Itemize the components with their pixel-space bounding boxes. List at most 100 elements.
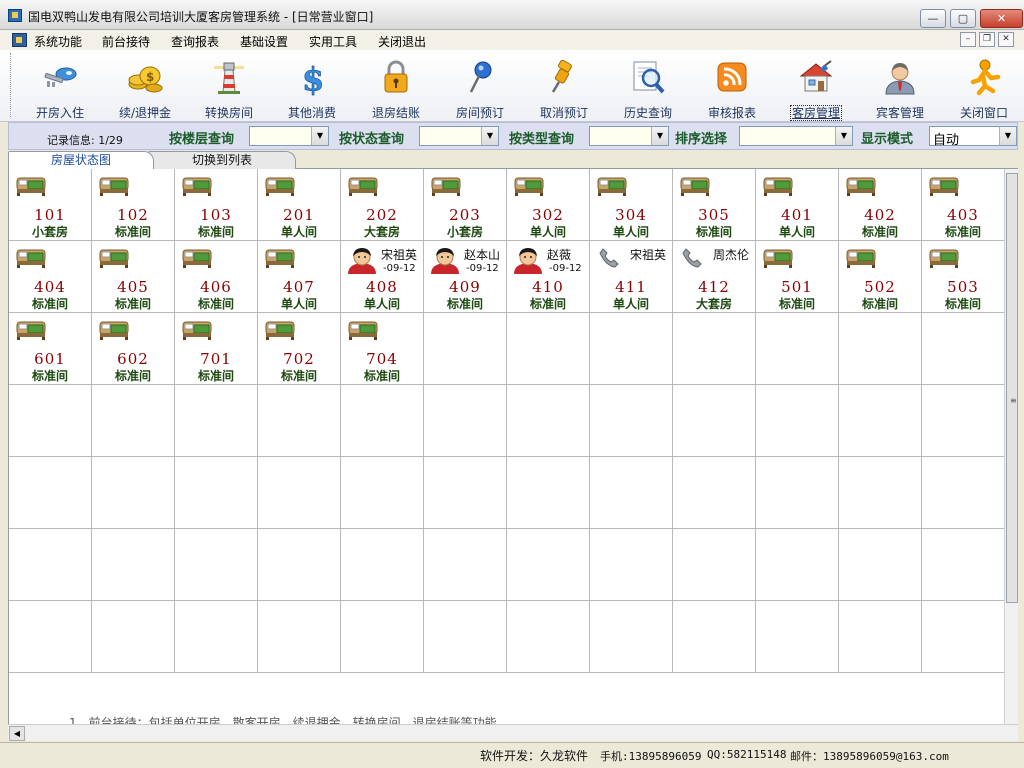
room-cell-202[interactable]: 202 大套房 <box>341 169 424 241</box>
tab-room-status-map[interactable]: 房屋状态图 <box>8 151 154 169</box>
room-cell-407[interactable]: 407 单人间 <box>258 241 341 313</box>
menu-front-desk[interactable]: 前台接待 <box>102 33 150 50</box>
title-bar[interactable]: 国电双鸭山发电有限公司培训大厦客房管理系统 - [日常营业窗口] — ▢ ✕ <box>0 0 1024 30</box>
maximize-button[interactable]: ▢ <box>950 9 976 28</box>
room-cell-304[interactable]: 304 单人间 <box>590 169 673 241</box>
room-type: 单人间 <box>280 225 317 239</box>
app-window: 国电双鸭山发电有限公司培训大厦客房管理系统 - [日常营业窗口] — ▢ ✕ 系… <box>0 0 1024 768</box>
tb-label: 关闭窗口 <box>959 106 1008 120</box>
magnifier-icon <box>629 58 667 96</box>
tab-list-view[interactable]: 切换到列表 <box>148 151 296 169</box>
room-number: 412 <box>698 278 730 296</box>
close-button[interactable]: ✕ <box>980 9 1023 28</box>
change-room-button[interactable]: 转换房间 <box>193 52 265 120</box>
room-cell-702[interactable]: 702 标准间 <box>258 313 341 385</box>
floor-filter-label: 按楼层查询 <box>169 132 235 147</box>
room-cell-503[interactable]: 503 标准间 <box>922 241 1004 313</box>
other-expense-button[interactable]: $ 其他消费 <box>276 52 348 120</box>
room-cell-602[interactable]: 602 标准间 <box>92 313 175 385</box>
type-filter-label: 按类型查询 <box>509 132 575 147</box>
deposit-button[interactable]: $ 续/退押金 <box>109 52 181 120</box>
floor-filter-select[interactable]: ▼ <box>249 126 329 146</box>
room-type: 小套房 <box>31 225 68 239</box>
empty-grid-cell <box>9 529 92 601</box>
vertical-scrollbar[interactable]: ≡ <box>1004 169 1018 724</box>
menu-exit[interactable]: 关闭退出 <box>378 33 426 50</box>
chevron-down-icon[interactable]: ▼ <box>651 127 668 145</box>
dollar-icon: $ <box>293 58 331 96</box>
room-cell-203[interactable]: 203 小套房 <box>424 169 507 241</box>
empty-grid-cell <box>673 529 756 601</box>
menu-reports[interactable]: 查询报表 <box>171 33 219 50</box>
empty-grid-cell <box>507 385 590 457</box>
room-cell-201[interactable]: 201 单人间 <box>258 169 341 241</box>
room-cell-403[interactable]: 403 标准间 <box>922 169 1004 241</box>
chevron-down-icon[interactable]: ▼ <box>835 127 852 145</box>
menu-tools[interactable]: 实用工具 <box>309 33 357 50</box>
type-filter-select[interactable]: ▼ <box>589 126 669 146</box>
background-help-text: 1、前台接待：包括单位开房、散客开房、续退押金、转换房间、退房结账等功能 <box>69 716 497 724</box>
menu-system[interactable]: 系统功能 <box>34 33 82 50</box>
chevron-down-icon[interactable]: ▼ <box>481 127 498 145</box>
room-type: 小套房 <box>446 225 483 239</box>
room-cell-502[interactable]: 502 标准间 <box>839 241 922 313</box>
menu-settings[interactable]: 基础设置 <box>240 33 288 50</box>
close-window-button[interactable]: 关闭窗口 <box>948 52 1020 120</box>
empty-grid-cell <box>756 529 839 601</box>
system-menu-icon[interactable] <box>12 33 27 47</box>
room-cell-305[interactable]: 305 标准间 <box>673 169 756 241</box>
room-cell-103[interactable]: 103 标准间 <box>175 169 258 241</box>
empty-grid-cell <box>673 601 756 673</box>
chevron-down-icon[interactable]: ▼ <box>999 127 1016 145</box>
room-cell-704[interactable]: 704 标准间 <box>341 313 424 385</box>
room-cell-410[interactable]: 赵薇 -09-12 410 标准间 <box>507 241 590 313</box>
room-cell-409[interactable]: 赵本山 -09-12 409 标准间 <box>424 241 507 313</box>
room-cell-401[interactable]: 401 单人间 <box>756 169 839 241</box>
room-cell-411[interactable]: 宋祖英 411 单人间 <box>590 241 673 313</box>
cancel-reservation-button[interactable]: 取消预订 <box>528 52 600 120</box>
toolbar-grip[interactable] <box>10 53 13 117</box>
bed-icon <box>679 175 711 197</box>
room-cell-406[interactable]: 406 标准间 <box>175 241 258 313</box>
room-cell-404[interactable]: 404 标准间 <box>9 241 92 313</box>
room-cell-101[interactable]: 101 小套房 <box>9 169 92 241</box>
empty-grid-cell <box>756 601 839 673</box>
mdi-restore-button[interactable]: ❐ <box>979 32 995 47</box>
checkout-button[interactable]: 退房结账 <box>360 52 432 120</box>
history-query-button[interactable]: 历史查询 <box>612 52 684 120</box>
bed-icon <box>928 247 960 269</box>
scroll-left-button[interactable]: ◀ <box>9 726 25 741</box>
sort-select[interactable]: ▼ <box>739 126 853 146</box>
room-cell-405[interactable]: 405 标准间 <box>92 241 175 313</box>
bed-icon <box>928 175 960 197</box>
mdi-close-button[interactable]: ✕ <box>998 32 1014 47</box>
room-number: 101 <box>34 206 66 224</box>
empty-grid-cell <box>175 385 258 457</box>
minimize-button[interactable]: — <box>920 9 946 28</box>
status-filter-select[interactable]: ▼ <box>419 126 499 146</box>
empty-grid-cell <box>756 385 839 457</box>
horizontal-scrollbar[interactable]: ◀ <box>8 724 1018 741</box>
audit-report-button[interactable]: 审核报表 <box>696 52 768 120</box>
room-cell-402[interactable]: 402 标准间 <box>839 169 922 241</box>
room-type: 标准间 <box>280 369 317 383</box>
check-in-button[interactable]: 开房入住 <box>24 52 96 120</box>
room-cell-701[interactable]: 701 标准间 <box>175 313 258 385</box>
guest-avatar-icon <box>511 246 545 274</box>
room-cell-412[interactable]: 周杰伦 412 大套房 <box>673 241 756 313</box>
guest-management-button[interactable]: 宾客管理 <box>864 52 936 120</box>
room-cell-501[interactable]: 501 标准间 <box>756 241 839 313</box>
vertical-scroll-thumb[interactable]: ≡ <box>1006 173 1018 603</box>
mdi-minimize-button[interactable]: – <box>960 32 976 47</box>
display-mode-select[interactable]: 自动 ▼ <box>929 126 1017 148</box>
room-cell-302[interactable]: 302 单人间 <box>507 169 590 241</box>
room-cell-601[interactable]: 601 标准间 <box>9 313 92 385</box>
room-cell-408[interactable]: 宋祖英 -09-12 408 单人间 <box>341 241 424 313</box>
room-management-button[interactable]: 客房管理 <box>780 52 852 121</box>
room-number: 407 <box>283 278 315 296</box>
chevron-down-icon[interactable]: ▼ <box>311 127 328 145</box>
reserve-room-button[interactable]: 房间预订 <box>444 52 516 120</box>
room-cell-102[interactable]: 102 标准间 <box>92 169 175 241</box>
guest-name: 赵薇 <box>547 248 572 262</box>
sort-label: 排序选择 <box>675 132 728 147</box>
